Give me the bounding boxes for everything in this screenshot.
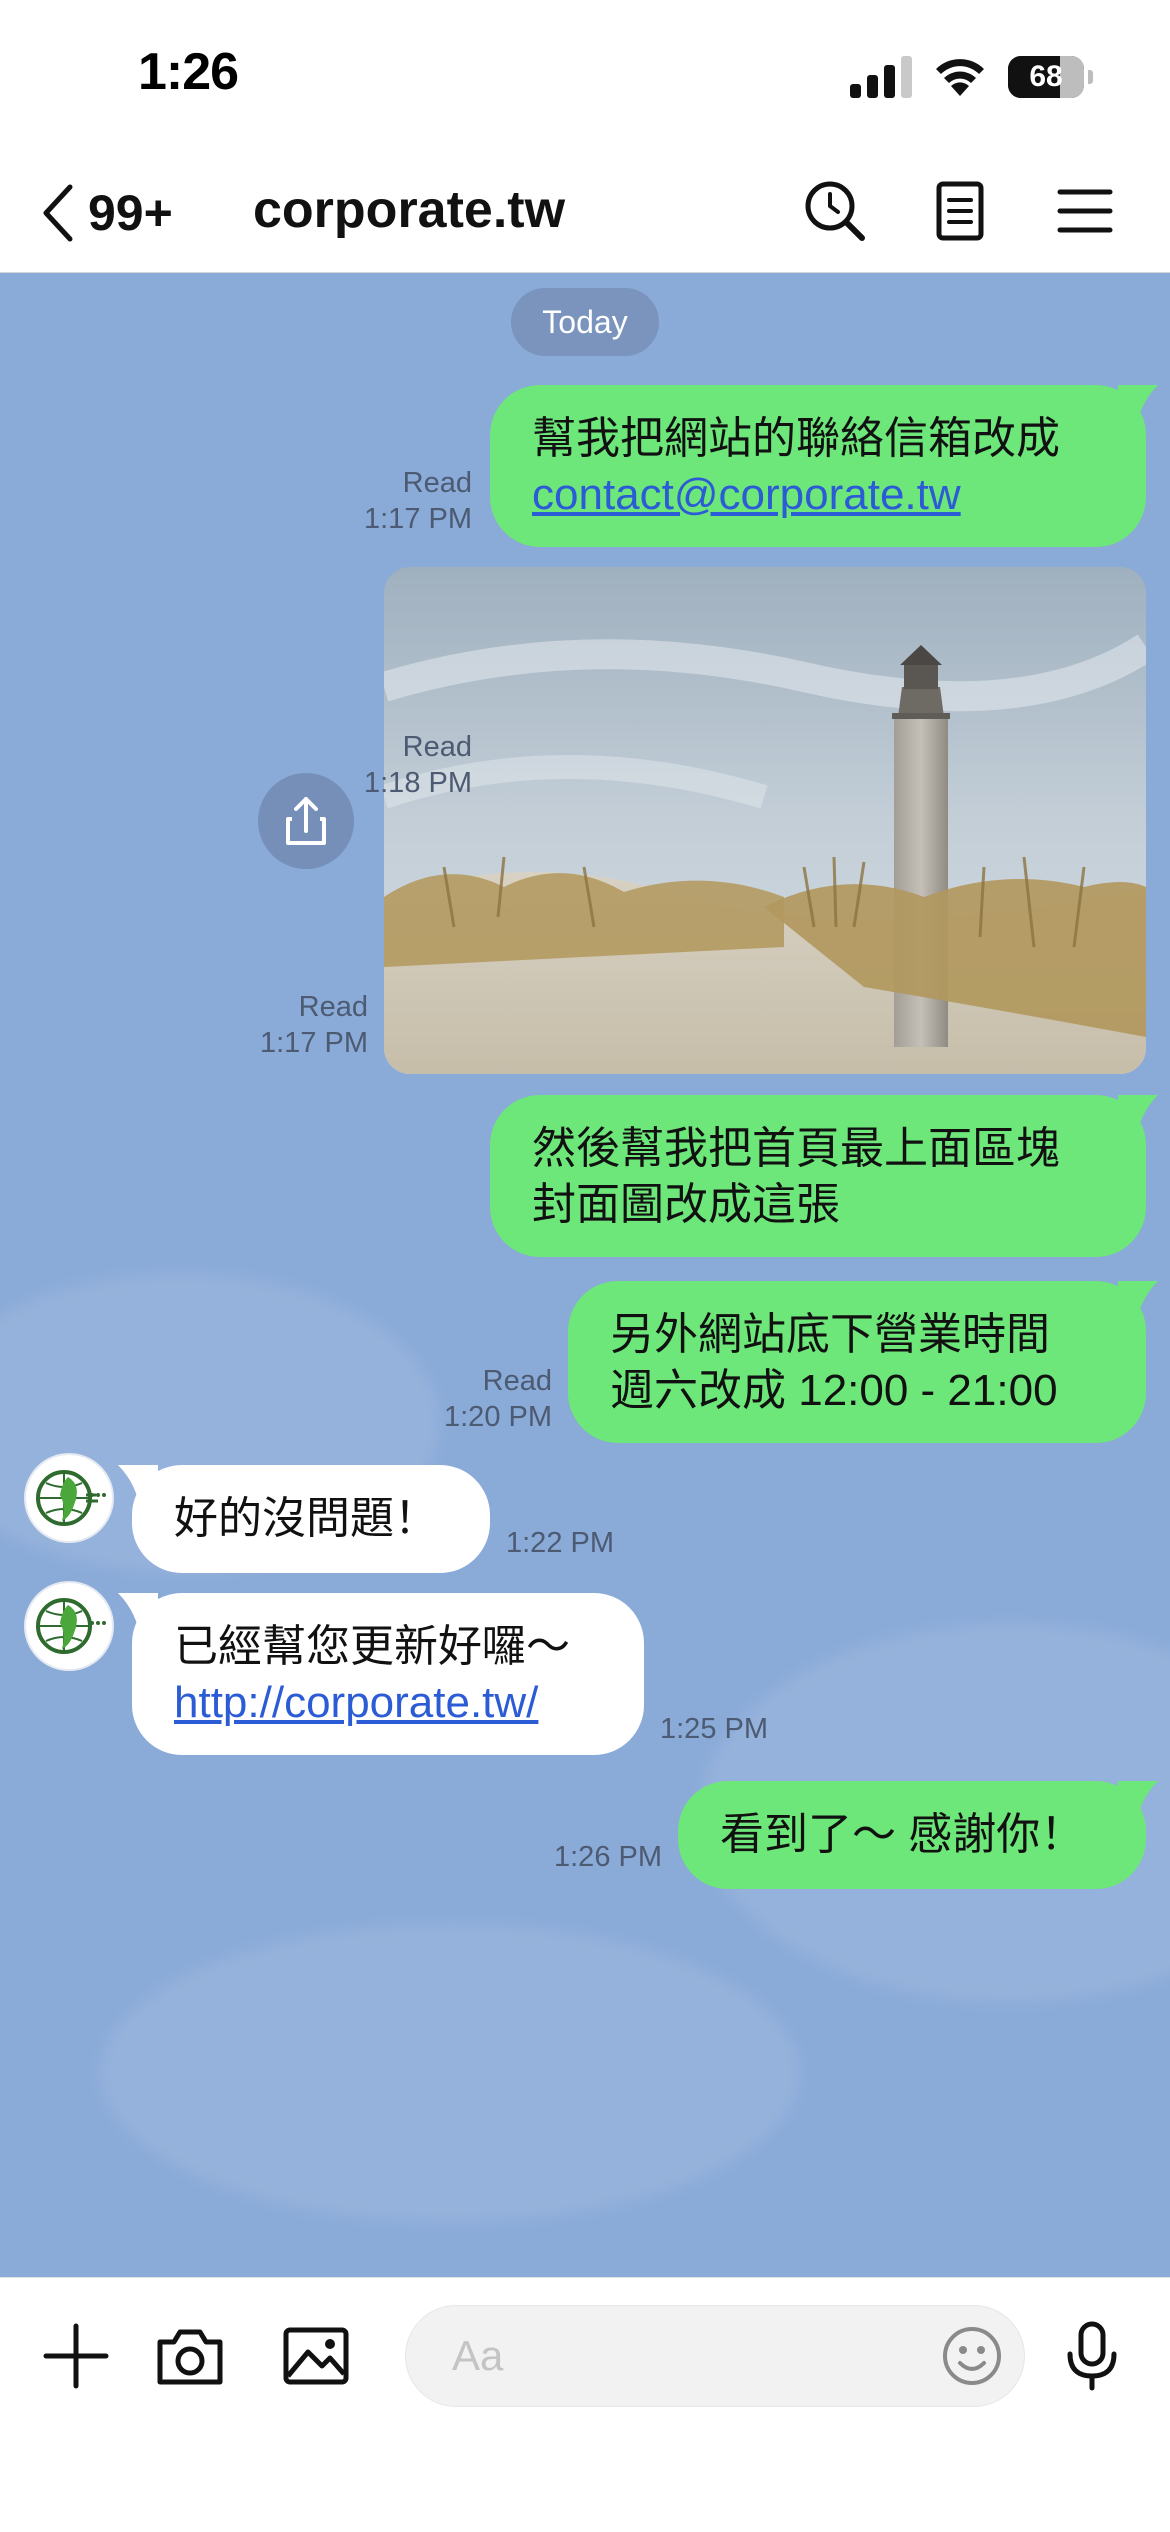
message-composer xyxy=(0,2277,1170,2532)
chat-title: corporate.tw xyxy=(253,181,566,239)
image-icon xyxy=(283,2327,349,2385)
read-status: Read xyxy=(402,731,472,763)
bubble-tail xyxy=(1118,1781,1158,1815)
camera-icon xyxy=(157,2329,223,2385)
message-time: 1:26 PM xyxy=(554,1841,662,1873)
search-button[interactable] xyxy=(800,176,870,246)
message-text: 週六改成 12:00 - 21:00 xyxy=(610,1366,1058,1415)
sent-message-bubble[interactable]: 另外網站底下營業時間 週六改成 12:00 - 21:00 xyxy=(568,1281,1146,1443)
read-status: Read xyxy=(298,991,368,1023)
message-meta: Read 1:17 PM xyxy=(250,989,368,1061)
message-text: 好的沒問題！ xyxy=(174,1494,438,1543)
read-status: Read xyxy=(482,1365,552,1397)
message-text: 封面圖改成這張 xyxy=(532,1180,840,1229)
menu-icon xyxy=(1057,189,1113,233)
search-icon xyxy=(805,181,865,241)
add-button[interactable] xyxy=(38,2318,114,2394)
email-link[interactable]: contact@corporate.tw xyxy=(532,467,1146,523)
message-meta: Read 1:18 PM xyxy=(360,729,472,801)
battery-indicator: 68 xyxy=(1008,56,1093,98)
message-time: 1:17 PM xyxy=(260,1027,368,1059)
message-text: 另外網站底下營業時間 xyxy=(610,1310,1050,1359)
unread-count: 99+ xyxy=(88,185,173,241)
plus-icon xyxy=(43,2323,109,2389)
status-time: 1:26 xyxy=(138,43,239,101)
message-text: 然後幫我把首頁最上面區塊 xyxy=(532,1124,1060,1173)
corporate-logo-icon xyxy=(36,1598,106,1654)
camera-button[interactable] xyxy=(152,2318,228,2394)
message-meta: Read 1:20 PM xyxy=(436,1363,552,1435)
bubble-tail xyxy=(1118,1095,1158,1129)
back-button[interactable]: 99+ xyxy=(40,178,210,248)
sent-message-bubble[interactable]: 然後幫我把首頁最上面區塊 封面圖改成這張 xyxy=(490,1095,1146,1257)
message-text: 幫我把網站的聯絡信箱改成 xyxy=(532,414,1060,463)
chat-header: 99+ corporate.tw xyxy=(0,150,1170,273)
sent-message-bubble[interactable]: 看到了～ 感謝你！ xyxy=(678,1781,1146,1889)
message-text: 已經幫您更新好囉～ xyxy=(174,1622,570,1671)
corporate-logo-icon xyxy=(36,1470,106,1526)
message-text: 看到了～ 感謝你！ xyxy=(720,1810,1085,1859)
date-separator: Today xyxy=(511,288,659,356)
gallery-button[interactable] xyxy=(278,2318,354,2394)
notes-button[interactable] xyxy=(925,176,995,246)
battery-icon: 68 xyxy=(1008,56,1084,98)
message-time: 1:22 PM xyxy=(506,1527,614,1559)
bubble-tail xyxy=(1118,385,1158,419)
message-time: 1:17 PM xyxy=(364,503,472,535)
microphone-icon xyxy=(1067,2321,1117,2391)
message-time: 1:25 PM xyxy=(660,1713,768,1745)
notes-icon xyxy=(936,181,984,241)
lighthouse-photo xyxy=(384,567,1146,1074)
share-button[interactable] xyxy=(258,773,354,869)
wifi-icon xyxy=(932,52,988,98)
message-time: 1:18 PM xyxy=(364,767,472,799)
bubble-tail xyxy=(1118,1281,1158,1315)
avatar[interactable] xyxy=(24,1581,114,1671)
signal-icon xyxy=(850,56,914,98)
chevron-left-icon xyxy=(43,184,73,242)
voice-button[interactable] xyxy=(1054,2318,1130,2394)
avatar[interactable] xyxy=(24,1453,114,1543)
emoji-button[interactable] xyxy=(936,2320,1008,2392)
message-input-wrapper xyxy=(405,2305,1025,2407)
photo-message[interactable] xyxy=(384,567,1146,1074)
message-meta: Read 1:17 PM xyxy=(360,465,472,537)
message-time: 1:20 PM xyxy=(444,1401,552,1433)
status-bar: 1:26 68 xyxy=(0,0,1170,150)
message-input[interactable] xyxy=(452,2306,922,2406)
received-message-bubble[interactable]: 好的沒問題！ xyxy=(132,1465,490,1573)
menu-button[interactable] xyxy=(1050,176,1120,246)
chat-area[interactable]: Today Read 1:17 PM 幫我把網站的聯絡信箱改成 contact@… xyxy=(0,273,1170,2277)
sent-message-bubble[interactable]: 幫我把網站的聯絡信箱改成 contact@corporate.tw xyxy=(490,385,1146,547)
emoji-icon xyxy=(943,2327,1001,2385)
share-icon xyxy=(286,797,326,845)
website-link[interactable]: http://corporate.tw/ xyxy=(174,1675,644,1731)
received-message-bubble[interactable]: 已經幫您更新好囉～ http://corporate.tw/ xyxy=(132,1593,644,1755)
battery-level: 68 xyxy=(1029,60,1063,93)
read-status: Read xyxy=(402,467,472,499)
